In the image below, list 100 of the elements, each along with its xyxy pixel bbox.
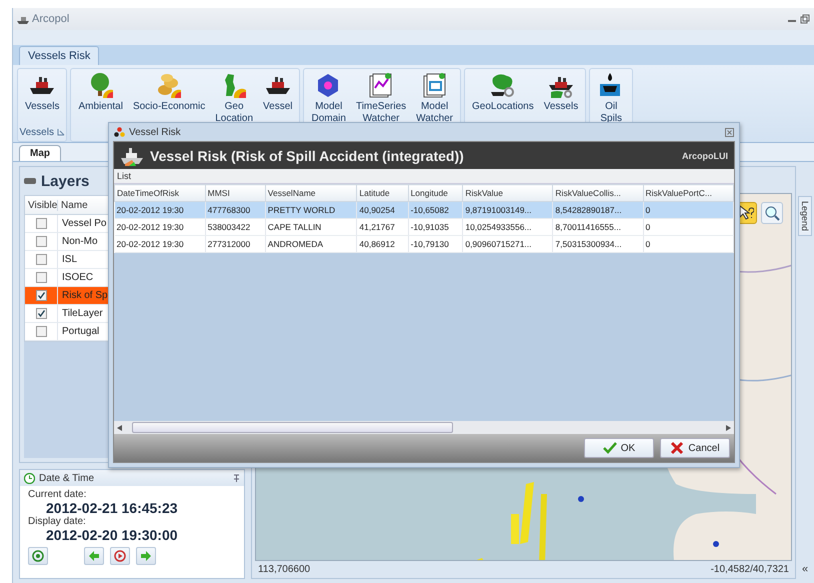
column-header[interactable]: Longitude (408, 184, 463, 202)
layer-name: Vessel Po (61, 218, 106, 229)
field-label: Display date: (28, 516, 87, 527)
table-cell: 8,70011416555... (552, 218, 643, 236)
window-title: Arcopol (32, 13, 70, 25)
cancel-icon (670, 441, 684, 455)
clock-icon (24, 472, 35, 484)
layer-name: ISL (61, 254, 78, 265)
dialog-title: Vessel Risk (129, 126, 181, 138)
column-header[interactable]: Latitude (356, 184, 408, 202)
checkbox[interactable] (36, 272, 46, 283)
table-cell: 10,0254933556... (462, 218, 553, 236)
table-row[interactable]: 20-02-2012 19:30 477768300 PRETTY WORLD 40,90254 -10,65082 9,87191003149... 8,54282890187... 0 (114, 202, 734, 218)
previous-icon (88, 550, 100, 562)
layer-name: Risk of Sp (61, 290, 108, 301)
checkbox[interactable] (36, 254, 46, 265)
table-cell: -10,91035 (408, 218, 463, 236)
group-label: Vessels (20, 126, 54, 138)
zoom-icon (764, 205, 780, 221)
table-cell: 0 (643, 236, 734, 252)
launcher-icon[interactable] (56, 128, 65, 136)
brand-label: ArcopoLUI (682, 150, 728, 160)
checkbox[interactable] (36, 308, 46, 319)
column-header[interactable]: VesselName (265, 184, 357, 202)
coordinates-text: -10,4582/40,7321 (710, 564, 789, 575)
table-row[interactable]: 20-02-2012 19:30 538003422 CAPE TALLIN 41,21767 -10,91035 10,0254933556... 8,70011416555... 0 (114, 218, 734, 236)
view-label: List (114, 169, 734, 184)
collapse-icon[interactable] (24, 178, 36, 184)
ok-button[interactable]: OK (584, 438, 654, 458)
table-cell: 7,50315300934... (552, 236, 643, 252)
next-icon (140, 550, 152, 562)
close-icon[interactable] (725, 128, 734, 136)
display-date: 2012-02-20 19:30:00 (45, 527, 179, 543)
column-header[interactable]: MMSI (205, 184, 266, 202)
layer-name: ISOEC (61, 272, 94, 283)
coins-icon (155, 72, 184, 98)
column-header[interactable]: RiskValue (462, 184, 553, 202)
cancel-button[interactable]: Cancel (660, 438, 730, 458)
refresh-icon (32, 550, 44, 562)
ribbon-tab[interactable]: Vessels Risk (19, 46, 100, 65)
checkbox[interactable] (36, 290, 46, 301)
ribbon-button[interactable]: GeoLocations (468, 71, 538, 114)
checkbox[interactable] (36, 218, 46, 229)
play-icon (114, 550, 126, 562)
pin-icon[interactable] (233, 474, 240, 482)
table-row[interactable]: 20-02-2012 19:30 277312000 ANDROMEDA 40,86912 -10,79130 0,90960715271... 7,50315300934... 0 (114, 236, 734, 252)
dialog-heading: Vessel Risk (Risk of Spill Accident (integrated)) (150, 148, 464, 164)
table-cell: 20-02-2012 19:30 (114, 202, 206, 218)
field-label: Current date: (28, 489, 88, 500)
map-search-icon (488, 72, 517, 98)
next-button[interactable] (136, 547, 156, 565)
table-cell: 9,87191003149... (462, 202, 553, 218)
table-cell: -10,79130 (408, 236, 463, 252)
panel-title: Layers (41, 172, 90, 190)
ribbon-button[interactable]: Vessel (259, 71, 296, 114)
table-cell: ANDROMEDA (265, 236, 357, 252)
horizontal-scrollbar[interactable] (114, 421, 734, 434)
checkbox[interactable] (36, 326, 46, 337)
check-icon (602, 441, 617, 455)
ribbon-button[interactable]: Vessels (540, 71, 582, 114)
pointer-help-icon (738, 205, 754, 221)
table-cell: 41,21767 (356, 218, 408, 236)
table-cell: 538003422 (205, 218, 266, 236)
column-header: Visible (25, 200, 58, 210)
panel-title: Date & Time (39, 472, 94, 484)
column-header[interactable]: RiskValueCollis... (552, 184, 643, 202)
checkbox[interactable] (36, 236, 46, 247)
app-icon (114, 127, 125, 137)
layer-name: TileLayer (61, 308, 103, 319)
layer-name: Portugal (61, 326, 100, 337)
table-cell: 277312000 (205, 236, 266, 252)
scroll-right-icon[interactable] (726, 424, 731, 430)
previous-button[interactable] (84, 547, 104, 565)
table-cell: 0 (643, 218, 734, 236)
scroll-left-icon[interactable] (117, 424, 122, 430)
ribbon-button[interactable]: Ambiental (74, 71, 127, 114)
table-cell: 0 (643, 202, 734, 218)
table-cell: PRETTY WORLD (265, 202, 357, 218)
restore-icon[interactable] (800, 14, 810, 24)
column-header[interactable]: RiskValuePortC... (643, 184, 734, 202)
ribbon-button[interactable]: Socio-Economic (128, 71, 210, 114)
table-cell: 20-02-2012 19:30 (114, 218, 206, 236)
ribbon-button[interactable]: Vessels (21, 71, 64, 114)
zoom-button[interactable] (761, 202, 783, 224)
table-cell: 40,90254 (356, 202, 408, 218)
table-cell: 20-02-2012 19:30 (114, 236, 206, 252)
current-date: 2012-02-21 16:45:23 (45, 500, 179, 516)
table-cell: -10,65082 (408, 202, 463, 218)
table-cell: 477768300 (205, 202, 266, 218)
app-icon (17, 14, 29, 24)
collapse-button[interactable]: « (802, 563, 808, 575)
table-cell: CAPE TALLIN (265, 218, 357, 236)
refresh-button[interactable] (28, 547, 48, 565)
layer-name: Non-Mo (61, 236, 98, 247)
play-button[interactable] (110, 547, 130, 565)
status-text: 113,706600 (258, 564, 310, 575)
column-header[interactable]: DateTimeOfRisk (114, 184, 206, 202)
legend-tab[interactable]: Legend (798, 196, 812, 236)
map-tab[interactable]: Map (19, 145, 61, 161)
ship-icon (120, 146, 144, 166)
